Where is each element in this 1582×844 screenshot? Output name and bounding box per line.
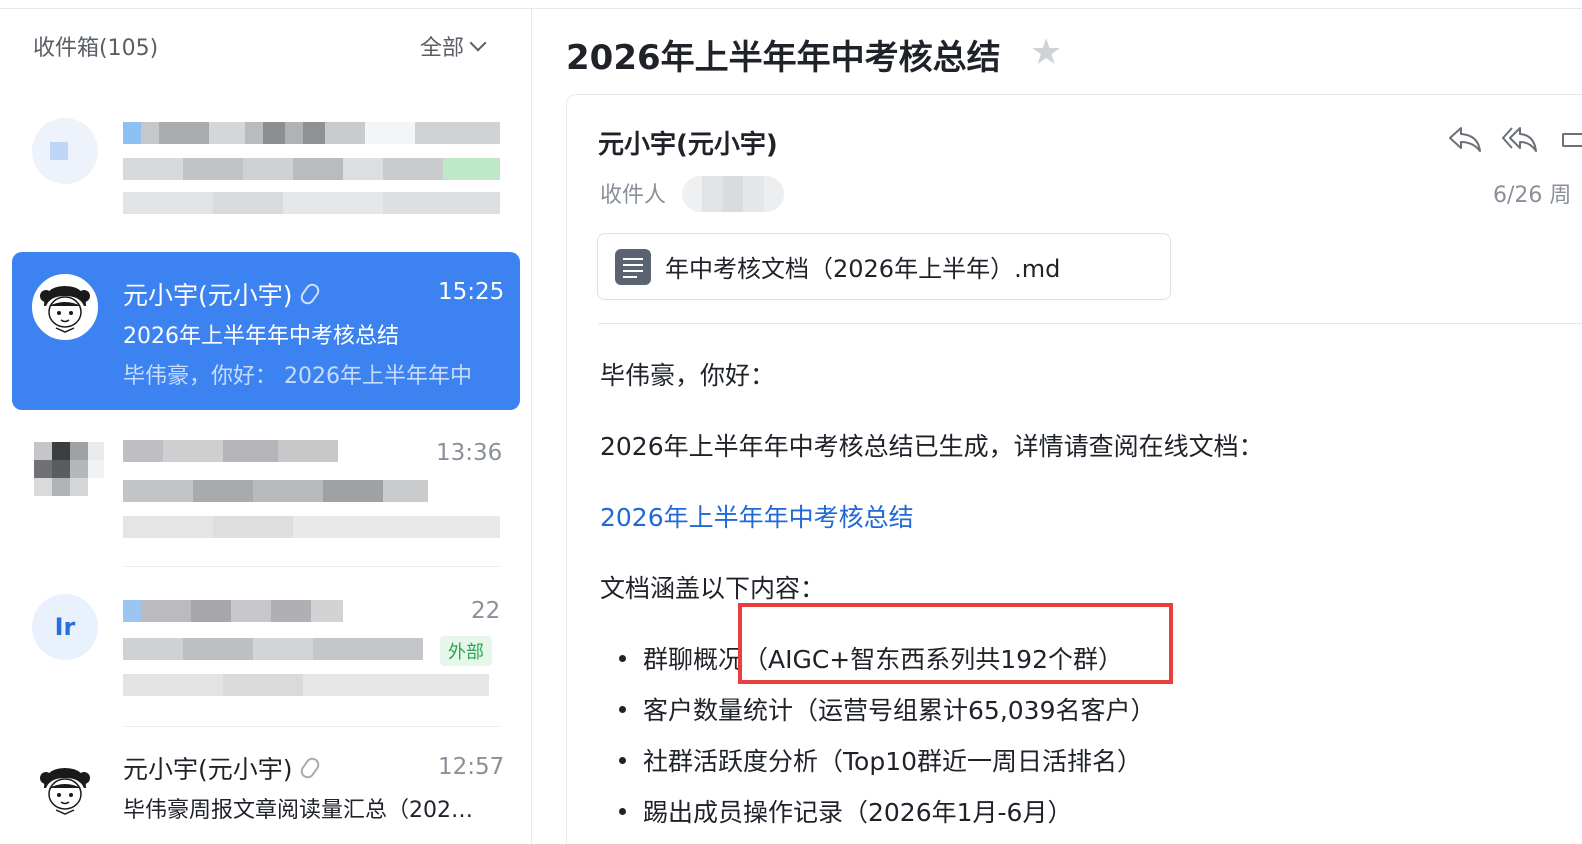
chevron-down-icon xyxy=(469,34,487,52)
list-item-selected[interactable]: 元小宇(元小宇) 15:25 2026年上半年年中考核总结 毕伟豪，你好： 20… xyxy=(12,252,520,410)
list-item-time: 15:25 xyxy=(438,279,505,305)
list-item-time: 22 xyxy=(471,598,501,624)
redacted-text xyxy=(123,600,343,622)
list-item-sender: 元小宇(元小宇) xyxy=(123,750,322,786)
redacted-text xyxy=(123,192,500,214)
recipient-chip[interactable] xyxy=(682,176,784,212)
reply-all-icon[interactable] xyxy=(1502,124,1538,154)
recipient-label: 收件人 xyxy=(600,183,667,208)
inbox-title: 收件箱(105) xyxy=(33,36,159,61)
avatar xyxy=(32,118,98,184)
list-item-preview: 毕伟豪，你好： 2026年上半年年中 xyxy=(123,364,472,389)
avatar xyxy=(32,274,98,340)
avatar: Ir xyxy=(32,594,98,660)
list-item: 客户数量统计（运营号组累计65,039名客户） xyxy=(619,691,1155,727)
list-item[interactable] xyxy=(12,108,520,238)
mail-sender[interactable]: 元小宇(元小宇) xyxy=(598,124,778,161)
mail-intro: 2026年上半年年中考核总结已生成，详情请查阅在线文档： xyxy=(600,432,1264,461)
covers-label: 文档涵盖以下内容： xyxy=(600,574,826,603)
list-divider xyxy=(123,566,500,567)
redacted-text xyxy=(123,158,500,180)
redacted-text xyxy=(123,516,500,538)
redacted-text xyxy=(123,674,489,696)
list-item-time: 13:36 xyxy=(436,440,503,466)
reply-icon[interactable] xyxy=(1447,124,1483,154)
redacted-text xyxy=(123,122,500,144)
attachment-card[interactable]: 年中考核文档（2026年上半年）.md xyxy=(597,233,1171,300)
forward-icon[interactable] xyxy=(1558,124,1582,154)
highlight-box xyxy=(738,603,1173,684)
redacted-text xyxy=(123,638,423,660)
list-item-sender: 元小宇(元小宇) xyxy=(123,276,322,312)
avatar xyxy=(32,756,98,822)
attachment-name: 年中考核文档（2026年上半年）.md xyxy=(665,255,1061,283)
list-item[interactable]: 13:36 xyxy=(12,424,520,556)
list-item[interactable]: Ir 22 外部 xyxy=(12,580,520,720)
filter-dropdown[interactable]: 全部 xyxy=(420,30,487,62)
header-separator xyxy=(598,323,1582,324)
redacted-avatar xyxy=(34,442,104,496)
pane-divider[interactable] xyxy=(531,9,532,844)
document-link[interactable]: 2026年上半年年中考核总结 xyxy=(600,498,914,534)
redacted-text xyxy=(123,440,338,462)
paperclip-icon xyxy=(297,754,322,782)
paperclip-icon xyxy=(297,280,322,308)
list-item-subject: 2026年上半年年中考核总结 xyxy=(123,324,399,349)
list-item: 社群活跃度分析（Top10群近一周日活排名） xyxy=(619,742,1142,778)
list-item-time: 12:57 xyxy=(438,754,505,780)
redacted-text xyxy=(123,480,428,502)
document-icon xyxy=(615,248,651,285)
star-icon[interactable]: ★ xyxy=(1030,32,1062,73)
filter-label: 全部 xyxy=(420,36,465,61)
mail-greeting: 毕伟豪，你好： xyxy=(600,361,776,390)
list-item: 踢出成员操作记录（2026年1月-6月） xyxy=(619,793,1072,829)
mail-title: 2026年上半年年中考核总结 xyxy=(566,38,1001,78)
list-item[interactable]: 元小宇(元小宇) 12:57 毕伟豪周报文章阅读量汇总（202… xyxy=(12,734,520,844)
mail-date: 6/26 周 xyxy=(1493,183,1572,208)
list-item-subject: 毕伟豪周报文章阅读量汇总（202… xyxy=(123,798,473,823)
list-divider xyxy=(123,726,500,727)
external-tag: 外部 xyxy=(440,636,492,666)
